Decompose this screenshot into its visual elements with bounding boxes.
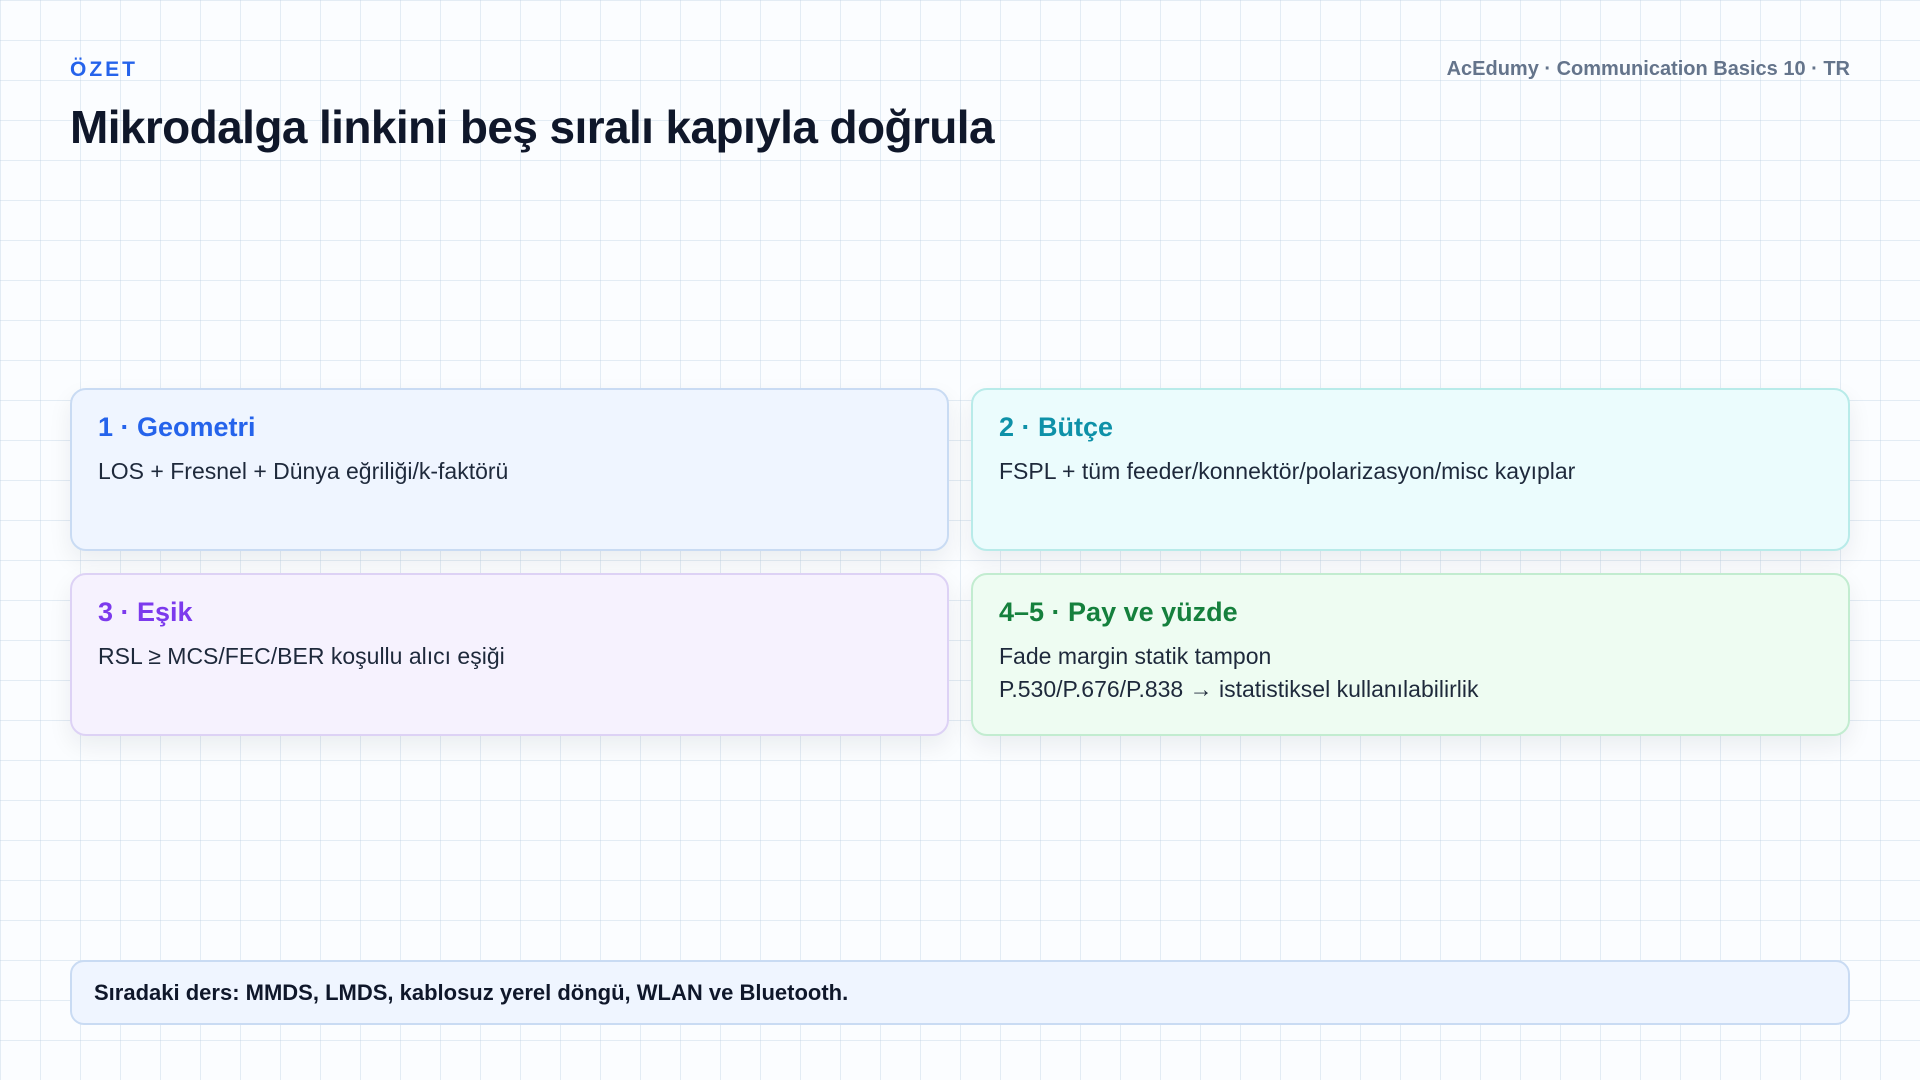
card-threshold-line: RSL ≥ MCS/FEC/BER koşullu alıcı eşiği <box>98 643 505 669</box>
next-lesson-banner: Sıradaki ders: MMDS, LMDS, kablosuz yere… <box>70 960 1850 1025</box>
next-lesson-text: Sıradaki ders: MMDS, LMDS, kablosuz yere… <box>94 979 849 1005</box>
section-eyebrow: ÖZET <box>70 58 138 81</box>
slide-title: Mikrodalga linkini beş sıralı kapıyla do… <box>70 101 995 153</box>
summary-grid: 1 · Geometri LOS + Fresnel + Dünya eğril… <box>70 388 1850 736</box>
card-budget-line: FSPL + tüm feeder/konnektör/polarizasyon… <box>999 458 1576 484</box>
card-geometry-line: LOS + Fresnel + Dünya eğriliği/k-faktörü <box>98 458 509 484</box>
card-geometry: 1 · Geometri LOS + Fresnel + Dünya eğril… <box>70 388 949 551</box>
card-budget-heading: 2 · Bütçe <box>999 412 1114 442</box>
card-margin-heading: 4–5 · Pay ve yüzde <box>999 597 1238 627</box>
card-margin: 4–5 · Pay ve yüzde Fade margin statik ta… <box>971 573 1850 736</box>
slide: ÖZET AcEdumy · Communication Basics 10 ·… <box>0 0 1920 1080</box>
card-threshold-heading: 3 · Eşik <box>98 597 193 627</box>
card-budget: 2 · Bütçe FSPL + tüm feeder/konnektör/po… <box>971 388 1850 551</box>
card-margin-line-2: P.530/P.676/P.838 → istatistiksel kullan… <box>999 676 1479 702</box>
card-threshold: 3 · Eşik RSL ≥ MCS/FEC/BER koşullu alıcı… <box>70 573 949 736</box>
card-geometry-heading: 1 · Geometri <box>98 412 256 442</box>
card-margin-line-1: Fade margin statik tampon <box>999 643 1272 669</box>
course-label: AcEdumy · Communication Basics 10 · TR <box>1446 58 1850 80</box>
